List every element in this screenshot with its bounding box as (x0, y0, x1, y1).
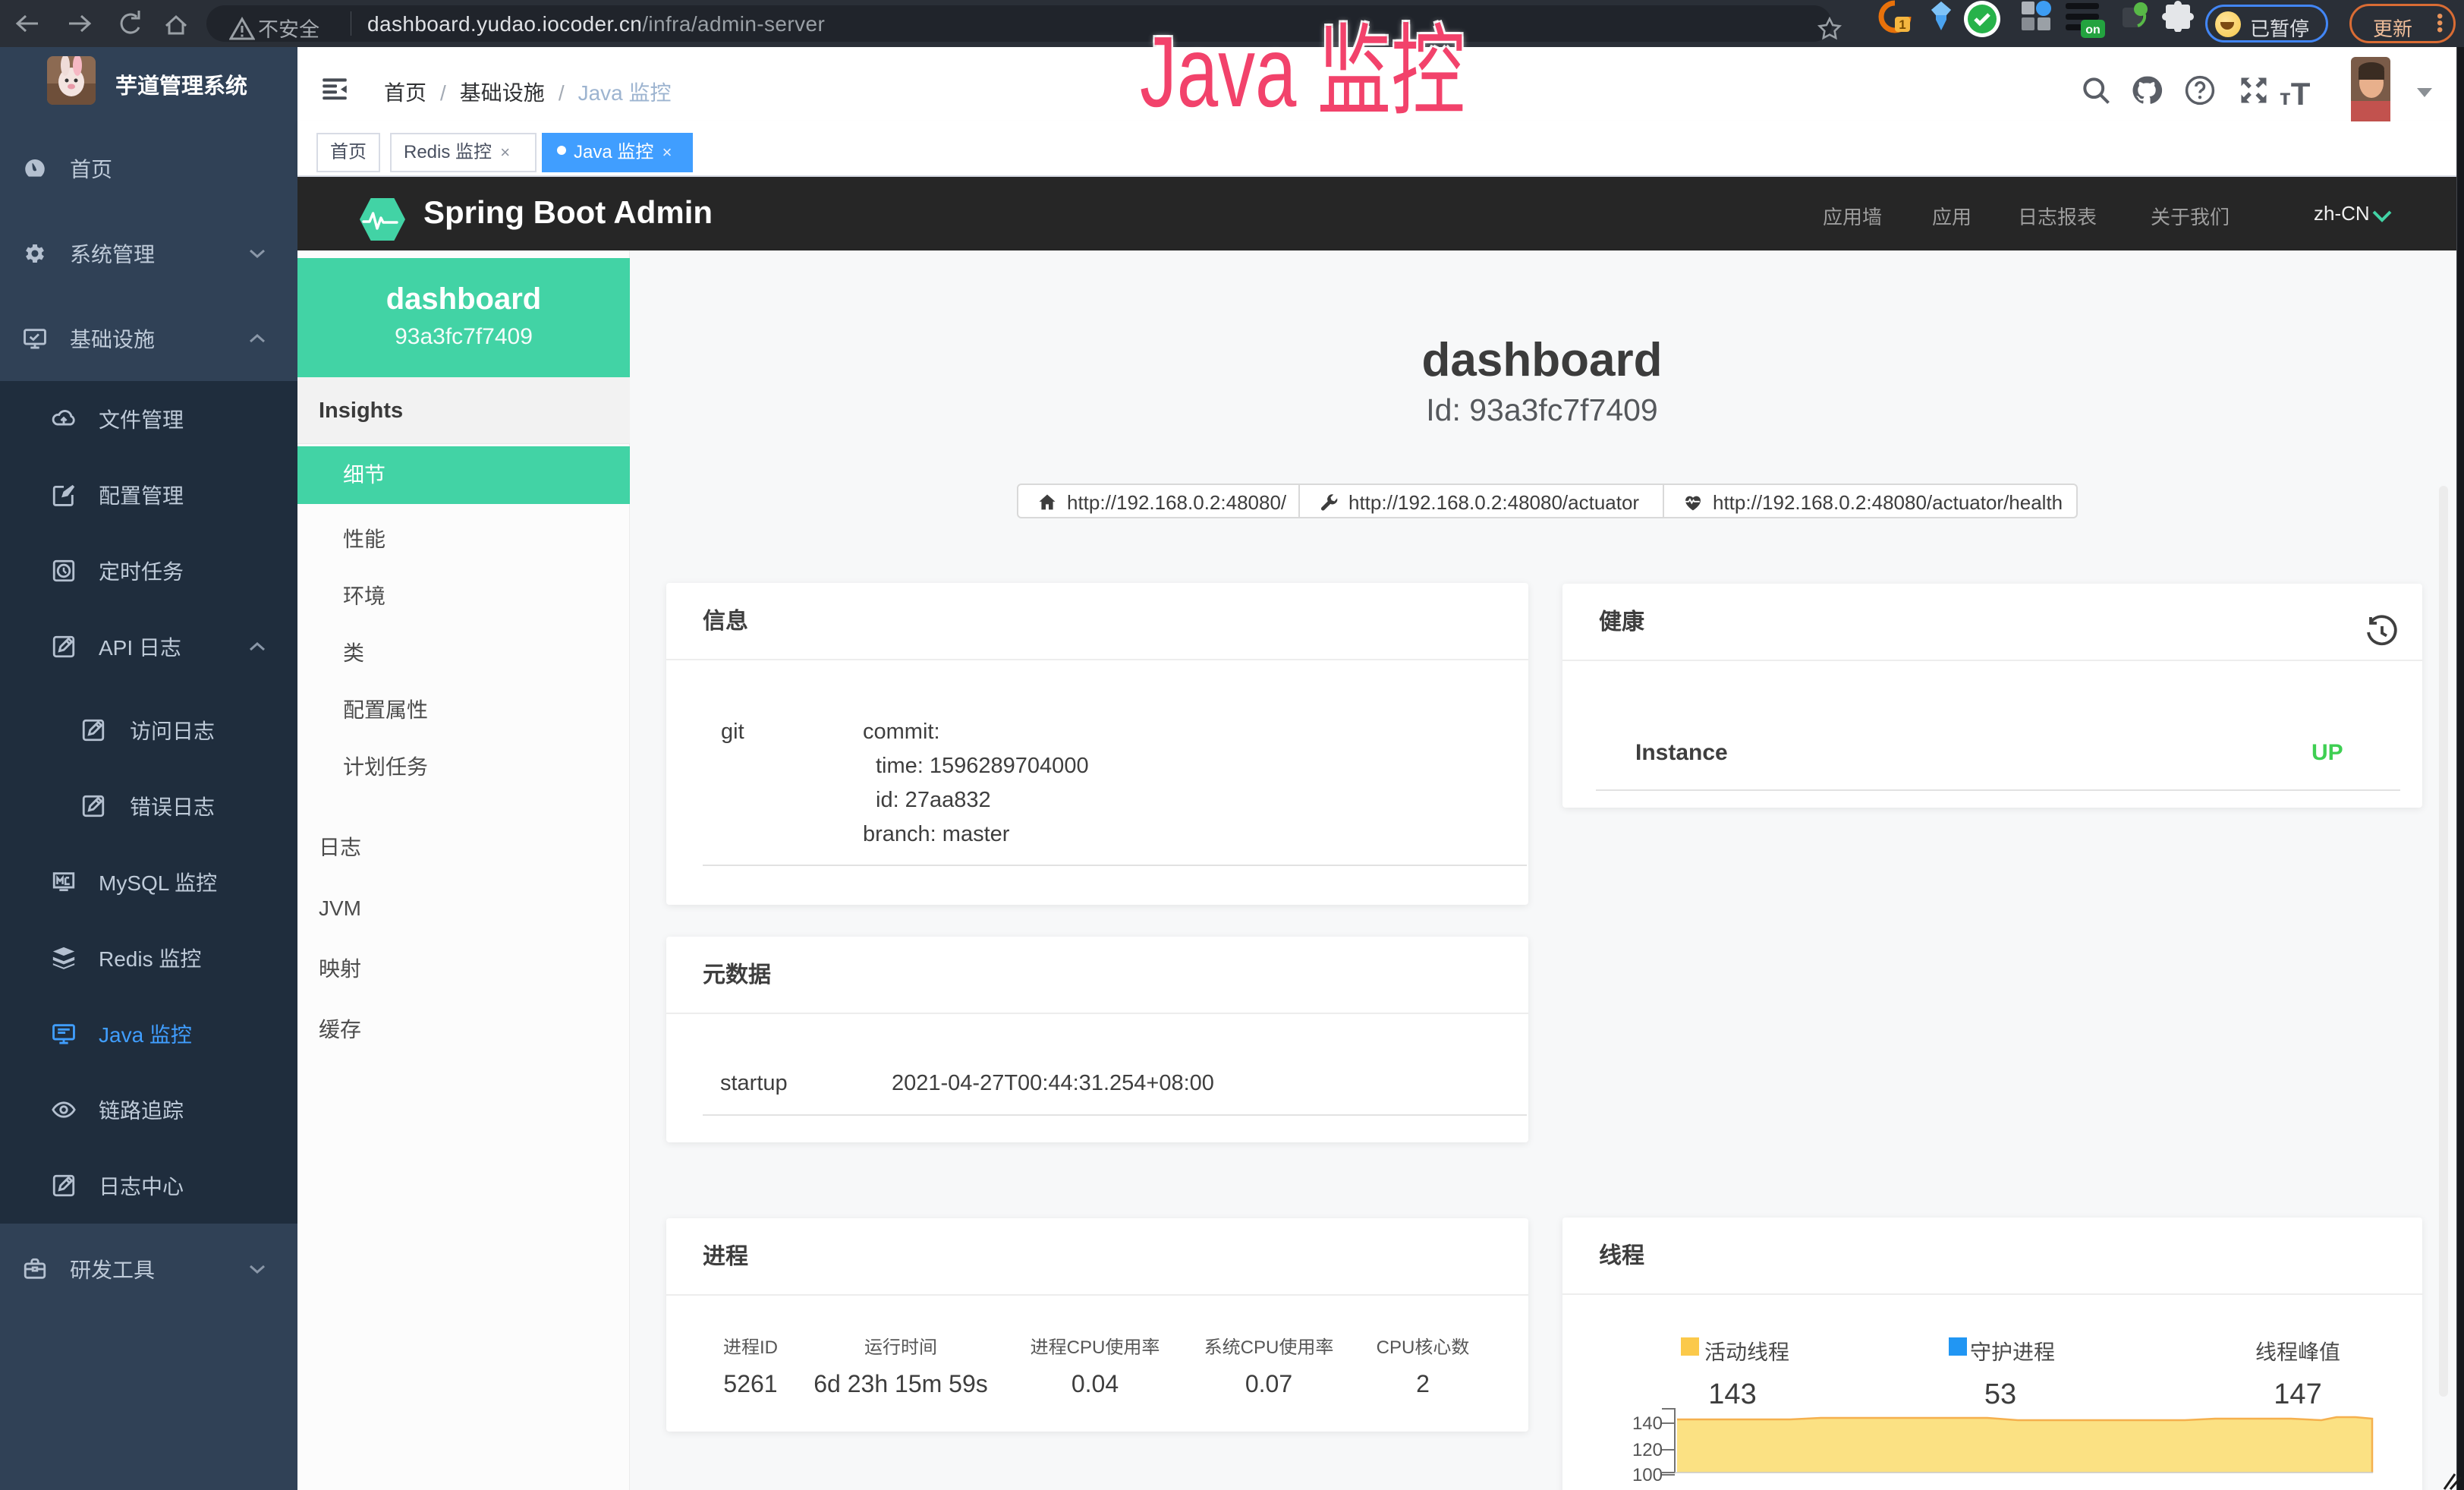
svg-text:100: 100 (1632, 1465, 1663, 1485)
svg-text:140: 140 (1632, 1413, 1663, 1434)
svg-text:120: 120 (1632, 1440, 1663, 1460)
svg-text:on: on (2085, 24, 2101, 36)
svg-text:1: 1 (1899, 17, 1905, 32)
